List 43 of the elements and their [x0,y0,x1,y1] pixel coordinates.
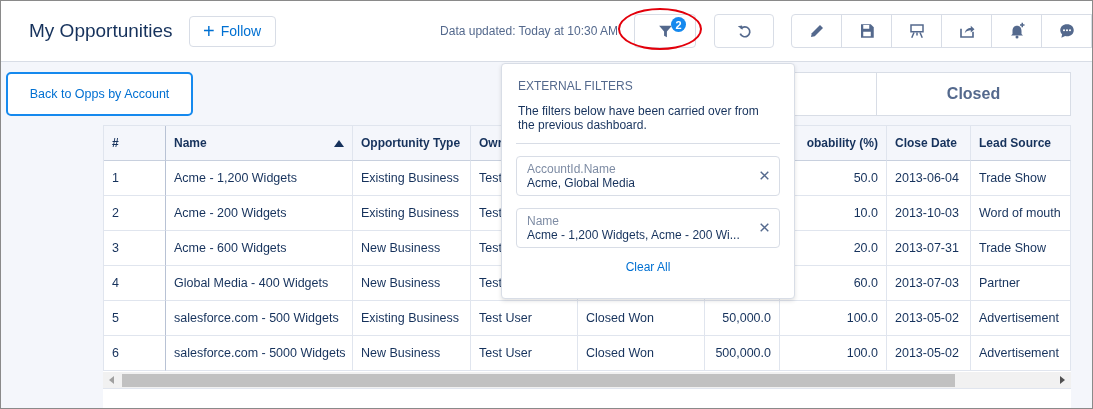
data-updated-text: Data updated: Today at 10:30 AM [440,24,618,38]
table-cell: Existing Business [353,161,471,196]
table-cell: Test User [471,301,578,336]
table-cell: 6 [104,336,166,371]
table-cell: Advertisement [971,336,1071,371]
table-cell: Trade Show [971,231,1071,266]
table-cell: Test User [471,336,578,371]
popover-description: The filters below have been carried over from the previous dashboard. [518,105,760,133]
table-cell: Word of mouth [971,196,1071,231]
table-cell: New Business [353,336,471,371]
table-cell: Global Media - 400 Widgets [166,266,353,301]
table-cell: Existing Business [353,196,471,231]
table-cell: 100.0 [780,336,887,371]
table-cell: 2013-06-04 [887,161,971,196]
table-cell: Closed Won [578,336,705,371]
table-cell: Trade Show [971,161,1071,196]
popover-title: EXTERNAL FILTERS [518,79,634,93]
table-cell: salesforce.com - 500 Widgets [166,301,353,336]
table-cell: salesforce.com - 5000 Widgets [166,336,353,371]
table-cell: Acme - 600 Widgets [166,231,353,266]
table-cell: Partner [971,266,1071,301]
table-cell: 100.0 [780,301,887,336]
table-cell: 2 [104,196,166,231]
table-cell: 4 [104,266,166,301]
table-cell: New Business [353,266,471,301]
table-cell: 2013-05-02 [887,336,971,371]
table-cell: Acme - 1,200 Widgets [166,161,353,196]
table-cell: New Business [353,231,471,266]
table-cell: 2013-10-03 [887,196,971,231]
table-cell: 3 [104,231,166,266]
table-cell: 2013-05-02 [887,301,971,336]
table-cell: 5 [104,301,166,336]
table-cell: 2013-07-31 [887,231,971,266]
page-title: My Opportunities [29,20,173,42]
table-cell: 50,000.0 [705,301,780,336]
table-cell: Existing Business [353,301,471,336]
table-cell: Advertisement [971,301,1071,336]
filter-count-badge: 2 [671,17,686,32]
table-cell: 1 [104,161,166,196]
table-cell: Closed Won [578,301,705,336]
table-cell: 500,000.0 [705,336,780,371]
table-cell: Acme - 200 Widgets [166,196,353,231]
table-cell: 2013-07-03 [887,266,971,301]
